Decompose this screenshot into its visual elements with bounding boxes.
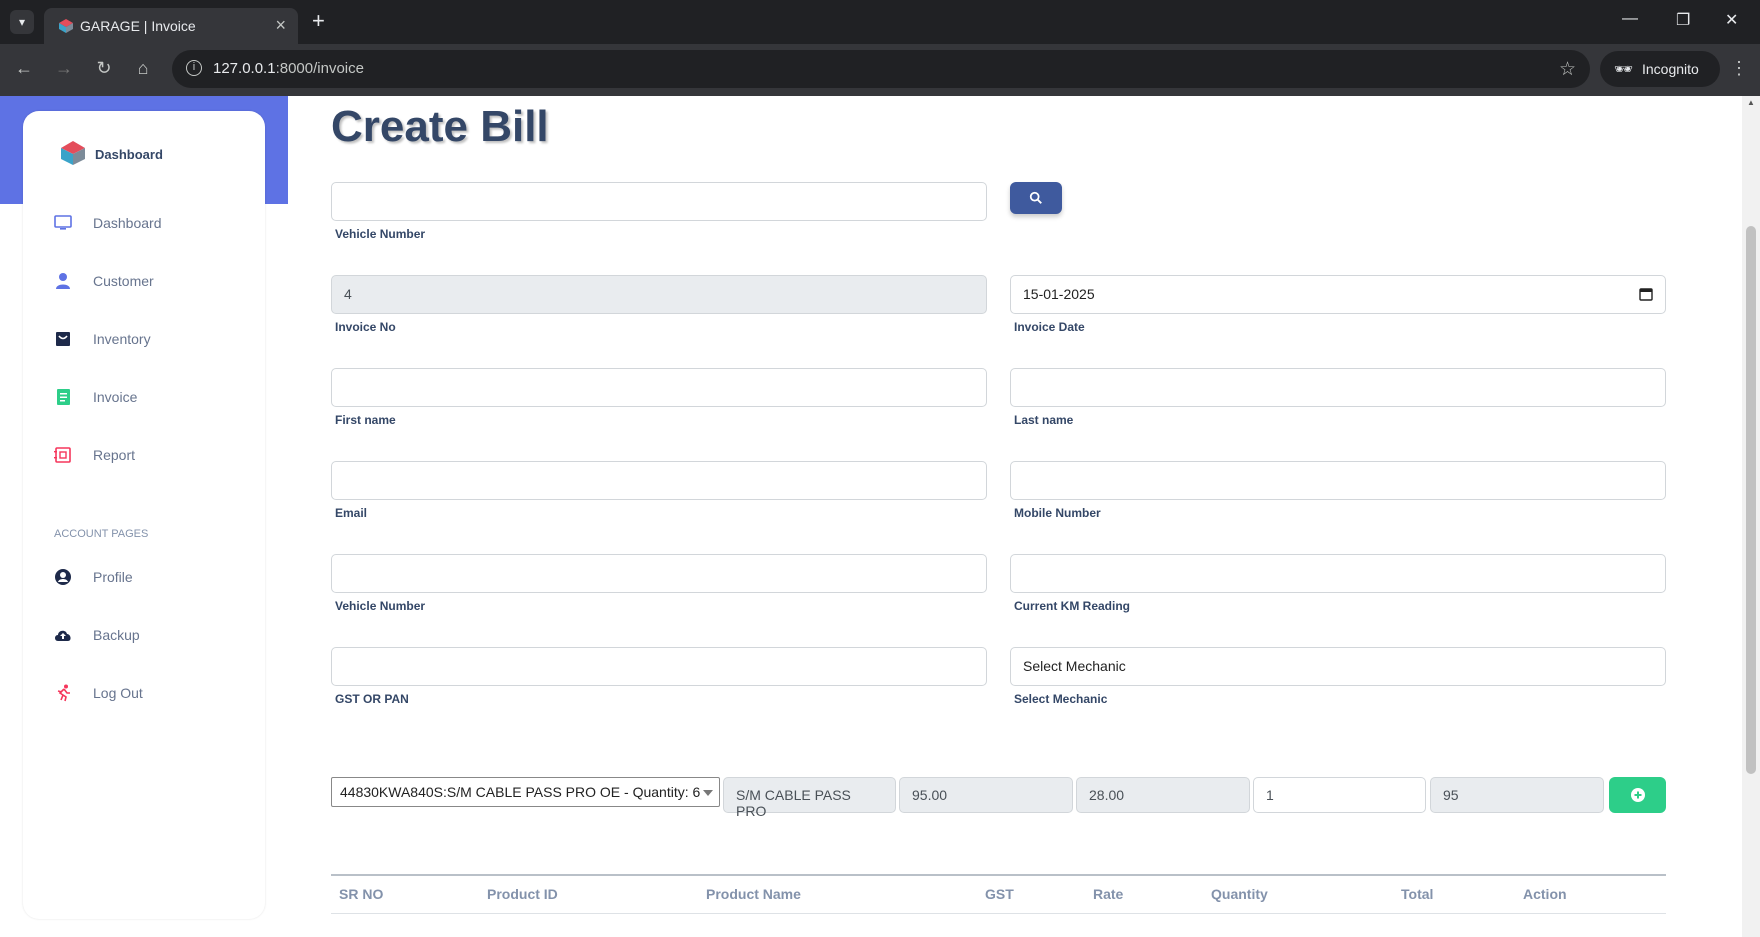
table-top-border [331,874,1666,876]
first-name-field[interactable] [331,368,987,407]
col-total: Total [1401,886,1434,902]
page-title: Create Bill [331,102,549,151]
email-label: Email [335,506,368,520]
page-scrollbar[interactable]: ▲ [1742,96,1760,937]
gst-field[interactable]: 28.00 [1076,777,1250,813]
vehicle-number-label: Vehicle Number [335,599,426,613]
report-icon [54,447,71,463]
vehicle-search-label: Vehicle Number [335,227,426,241]
col-rate: Rate [1093,886,1124,902]
email-field[interactable] [331,461,987,500]
browser-tab[interactable]: GARAGE | Invoice × [44,8,298,44]
last-name-label: Last name [1014,413,1074,427]
vehicle-number-field[interactable] [331,554,987,593]
site-info-icon[interactable]: i [186,60,202,76]
sidebar: Dashboard Dashboard Customer Inventory I… [23,111,265,919]
account-pages-heading: ACCOUNT PAGES [54,528,149,540]
invoice-no-label: Invoice No [335,320,396,334]
sidebar-item-report[interactable]: Report [53,441,253,471]
user-icon [56,273,70,289]
plus-circle-icon [1631,788,1645,802]
quantity-field[interactable]: 1 [1253,777,1426,813]
km-reading-label: Current KM Reading [1014,599,1131,613]
add-item-button[interactable] [1609,777,1666,813]
tab-title: GARAGE | Invoice [80,18,196,34]
product-select[interactable]: 44830KWA840S:S/M CABLE PASS PRO OE - Qua… [331,777,720,807]
last-name-field[interactable] [1010,368,1666,407]
address-bar[interactable]: i 127.0.0.1:8000/invoice ☆ [172,50,1590,88]
document-icon [57,389,70,405]
invoice-date-label: Invoice Date [1014,320,1085,334]
scroll-up-icon[interactable]: ▲ [1742,98,1760,107]
back-icon[interactable]: ← [12,58,36,79]
bookmark-star-icon[interactable]: ☆ [1559,58,1576,81]
reload-icon[interactable]: ↻ [92,58,116,79]
mobile-number-field[interactable] [1010,461,1666,500]
sidebar-item-inventory[interactable]: Inventory [53,325,253,355]
calendar-icon[interactable] [1639,287,1653,301]
incognito-badge[interactable]: 🕶 Incognito [1600,51,1720,87]
close-window-icon[interactable]: ✕ [1725,10,1738,30]
col-gst: GST [985,886,1014,902]
favicon-icon [59,19,73,33]
product-select-value: 44830KWA840S:S/M CABLE PASS PRO OE - Qua… [340,784,701,800]
sidebar-item-backup[interactable]: Backup [53,621,253,651]
mechanic-label: Select Mechanic [1014,692,1108,706]
table-header-border [331,913,1666,914]
minimize-icon[interactable]: — [1622,10,1638,28]
sidebar-item-customer[interactable]: Customer [53,267,253,297]
search-button[interactable] [1010,182,1062,214]
forward-icon[interactable]: → [52,58,76,79]
invoice-date-field[interactable]: 15-01-2025 [1010,275,1666,314]
search-icon [1029,191,1042,204]
profile-icon [55,569,71,585]
page-scrollbar-thumb[interactable] [1746,226,1756,774]
gst-pan-field[interactable] [331,647,987,686]
invoice-no-field[interactable]: 4 [331,275,987,314]
mechanic-select[interactable]: Select Mechanic [1010,647,1666,686]
running-icon [57,684,70,702]
garage-logo-icon [61,141,85,165]
km-reading-field[interactable] [1010,554,1666,593]
incognito-icon: 🕶 [1614,61,1634,78]
main-content: Create Bill Vehicle Number 4 Invoice No … [288,96,1712,937]
col-product-name: Product Name [706,886,801,902]
first-name-label: First name [335,413,396,427]
col-product-id: Product ID [487,886,558,902]
tab-search-button[interactable]: ▾ [10,10,34,34]
col-sr-no: SR NO [339,886,384,902]
rate-field[interactable]: 95.00 [899,777,1073,813]
sidebar-item-invoice[interactable]: Invoice [53,383,253,413]
vehicle-search-input[interactable] [331,182,987,221]
sidebar-item-profile[interactable]: Profile [53,563,253,593]
monitor-icon [54,215,72,230]
new-tab-icon[interactable]: + [312,8,325,34]
cloud-upload-icon [55,630,71,641]
page-viewport: Dashboard Dashboard Customer Inventory I… [0,96,1760,937]
invoice-date-value: 15-01-2025 [1023,286,1095,302]
col-quantity: Quantity [1211,886,1268,902]
box-icon [56,332,70,346]
browser-tab-strip: ▾ GARAGE | Invoice × + — ❐ ✕ [0,0,1760,44]
sidebar-item-dashboard[interactable]: Dashboard [53,209,253,239]
close-tab-icon[interactable]: × [275,15,286,36]
total-field[interactable]: 95 [1430,777,1604,813]
browser-menu-icon[interactable]: ⋮ [1730,58,1748,79]
product-name-field[interactable]: S/M CABLE PASS PRO [723,777,896,819]
chevron-down-icon [703,790,713,796]
mobile-number-label: Mobile Number [1014,506,1101,520]
col-action: Action [1523,886,1567,902]
sidebar-item-logout[interactable]: Log Out [53,679,253,709]
home-icon[interactable]: ⌂ [131,58,155,79]
url-text: 127.0.0.1:8000/invoice [213,60,364,77]
gst-pan-label: GST OR PAN [335,692,409,706]
restore-icon[interactable]: ❐ [1676,10,1690,30]
